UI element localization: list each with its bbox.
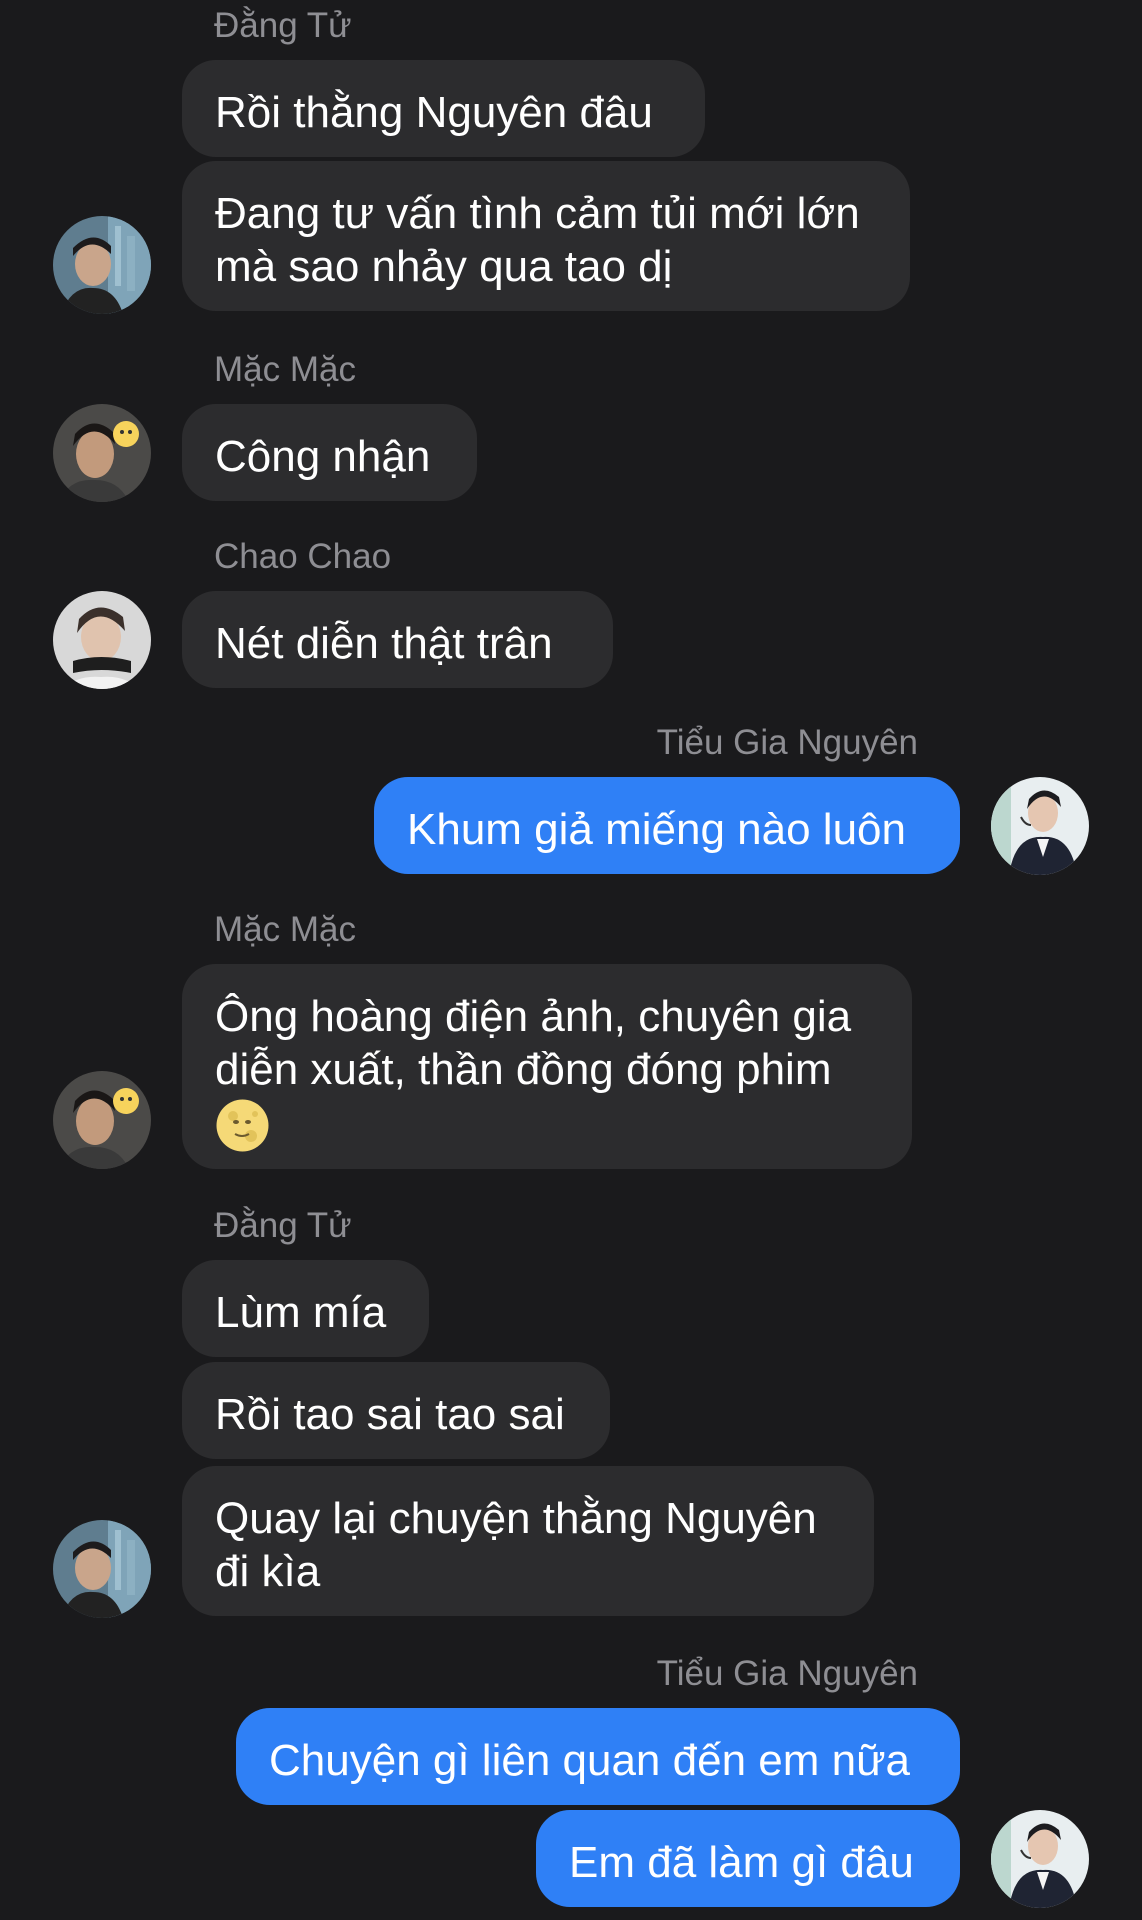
avatar-mac-mac[interactable]: [53, 1071, 151, 1169]
sender-name: Mặc Mặc: [214, 910, 356, 949]
message-bubble[interactable]: Ông hoàng điện ảnh, chuyên gia diễn xuất…: [182, 964, 912, 1169]
avatar-tieu-gia-nguyen[interactable]: [991, 1810, 1089, 1908]
message-bubble[interactable]: Chuyện gì liên quan đến em nữa: [236, 1708, 960, 1805]
message-bubble[interactable]: Quay lại chuyện thằng Nguyên đi kìa: [182, 1466, 874, 1616]
avatar-mac-mac[interactable]: [53, 404, 151, 502]
sender-name: Đằng Tử: [214, 1206, 352, 1245]
full-moon-face-emoji: [216, 1099, 269, 1152]
message-bubble[interactable]: Lùm mía: [182, 1260, 429, 1357]
message-line: diễn xuất, thần đồng đóng phim: [215, 1045, 832, 1094]
avatar-tieu-gia-nguyen[interactable]: [991, 777, 1089, 875]
sender-name: Chao Chao: [214, 537, 392, 576]
sender-name: Tiểu Gia Nguyên: [656, 1654, 918, 1693]
avatar-chao-chao[interactable]: [53, 591, 151, 689]
sender-name: Mặc Mặc: [214, 350, 356, 389]
message-line: mà sao nhảy qua tao dị: [215, 242, 673, 291]
sender-name: Đằng Tử: [214, 6, 352, 45]
message-line: Quay lại chuyện thằng Nguyên: [215, 1494, 817, 1543]
message-bubble[interactable]: Rồi tao sai tao sai: [182, 1362, 610, 1459]
message-bubble[interactable]: Công nhận: [182, 404, 477, 501]
sender-name: Tiểu Gia Nguyên: [656, 723, 918, 762]
message-bubble[interactable]: Đang tư vấn tình cảm tủi mới lớn mà sao …: [182, 161, 910, 311]
message-line: đi kìa: [215, 1547, 321, 1596]
message-line: Đang tư vấn tình cảm tủi mới lớn: [215, 189, 860, 238]
message-line: Ông hoàng điện ảnh, chuyên gia: [215, 992, 852, 1041]
message-bubble[interactable]: Nét diễn thật trân: [182, 591, 613, 688]
message-bubble[interactable]: Khum giả miếng nào luôn: [374, 777, 960, 874]
message-bubble[interactable]: Em đã làm gì đâu: [536, 1810, 960, 1907]
avatar-dang-tu[interactable]: [53, 1520, 151, 1618]
avatar-dang-tu[interactable]: [53, 216, 151, 314]
message-bubble[interactable]: Rồi thằng Nguyên đâu: [182, 60, 705, 157]
